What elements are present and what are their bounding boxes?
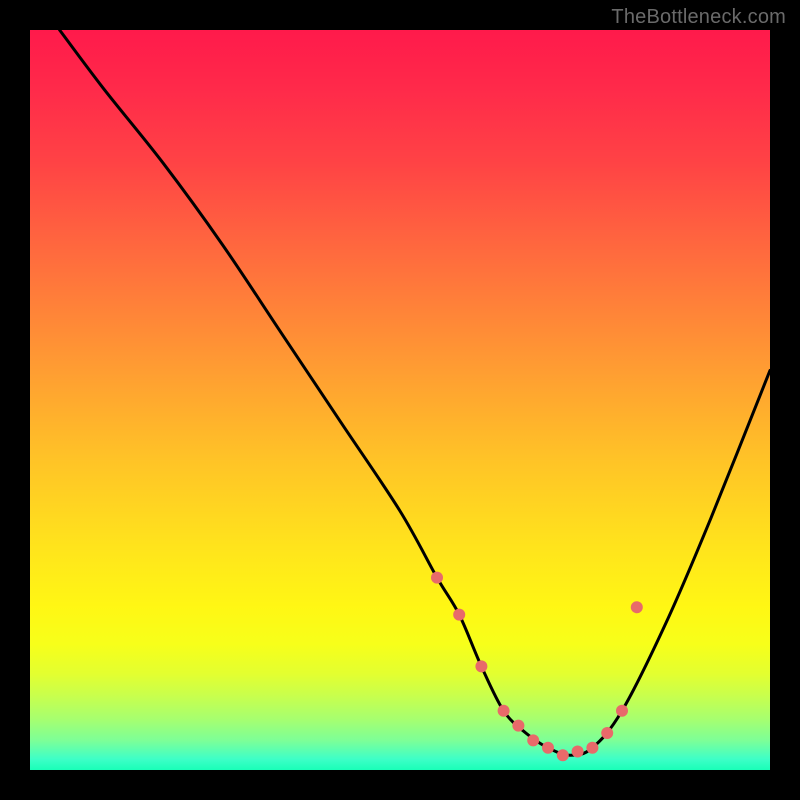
plot-area bbox=[30, 30, 770, 770]
chart-frame: TheBottleneck.com bbox=[0, 0, 800, 800]
highlight-point bbox=[601, 727, 613, 739]
highlight-point bbox=[431, 572, 443, 584]
highlight-markers bbox=[431, 572, 643, 762]
highlight-point bbox=[453, 609, 465, 621]
highlight-point bbox=[557, 749, 569, 761]
highlight-point bbox=[586, 742, 598, 754]
highlight-point bbox=[616, 705, 628, 717]
highlight-point bbox=[631, 601, 643, 613]
highlight-point bbox=[512, 720, 524, 732]
highlight-point bbox=[572, 746, 584, 758]
curve-svg bbox=[30, 30, 770, 770]
bottleneck-curve-line bbox=[60, 30, 770, 755]
highlight-point bbox=[527, 734, 539, 746]
highlight-point bbox=[498, 705, 510, 717]
highlight-point bbox=[475, 660, 487, 672]
highlight-point bbox=[542, 742, 554, 754]
watermark-text: TheBottleneck.com bbox=[611, 6, 786, 29]
